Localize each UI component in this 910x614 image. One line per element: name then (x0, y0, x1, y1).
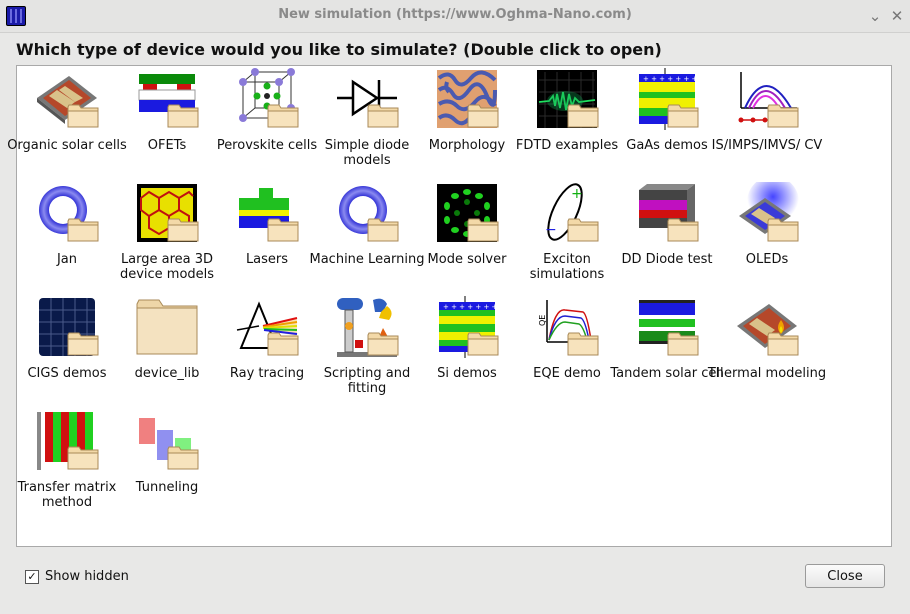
device-tile[interactable]: CIGS demos (17, 294, 117, 406)
folder-overlay-icon (567, 216, 599, 242)
svg-text:QE: QE (538, 315, 547, 326)
device-tile[interactable]: Large area 3D device models (117, 180, 217, 292)
show-hidden-toggle[interactable]: ✓ Show hidden (25, 569, 129, 584)
folder-overlay-icon (267, 216, 299, 242)
device-tile[interactable]: Thermal modeling (708, 294, 826, 406)
device-tile[interactable]: device_lib (117, 294, 217, 406)
device-tile[interactable]: + − Exciton simulations (517, 180, 617, 292)
show-hidden-checkbox[interactable]: ✓ (25, 569, 39, 584)
device-tile[interactable]: Tandem solar cell (610, 294, 724, 406)
folder-overlay-icon (367, 102, 399, 128)
svg-text:+ + + + + + +: + + + + + + + (643, 75, 698, 83)
device-tile[interactable]: Scripting and fitting (317, 294, 417, 406)
device-tile[interactable]: Perovskite cells (217, 66, 317, 178)
minimize-button[interactable]: ⌄ (866, 7, 884, 25)
device-tile[interactable]: Lasers (217, 180, 317, 292)
folder-overlay-icon (767, 102, 799, 128)
window-close-button[interactable]: ✕ (888, 7, 906, 25)
device-tile[interactable]: Mode solver (417, 180, 517, 292)
folder-overlay-icon (67, 216, 99, 242)
folder-overlay-icon (767, 216, 799, 242)
device-tile-label: IS/IMPS/IMVS/ CV (711, 138, 823, 153)
device-tile[interactable]: Organic solar cells (7, 66, 127, 178)
device-tile[interactable]: + + + + + + + GaAs demos (617, 66, 717, 178)
device-tile[interactable]: Tunneling (117, 408, 217, 520)
folder-overlay-icon (567, 102, 599, 128)
device-grid[interactable]: Organic solar cells OFETs Perovskite cells… (7, 65, 892, 547)
device-tile[interactable]: Ray tracing (217, 294, 317, 406)
folder-overlay-icon (67, 444, 99, 470)
device-tile[interactable]: Jan (17, 180, 117, 292)
folder-overlay-icon (67, 330, 99, 356)
device-tile[interactable]: Transfer matrix method (17, 408, 117, 520)
folder-overlay-icon (267, 102, 299, 128)
device-tile[interactable]: FDTD examples (516, 66, 618, 178)
svg-text:+: + (571, 186, 583, 202)
folder-overlay-icon (667, 330, 699, 356)
folder-overlay-icon (667, 102, 699, 128)
folder-overlay-icon (667, 216, 699, 242)
device-tile-label: Tunneling (135, 480, 199, 495)
folder-overlay-icon (567, 330, 599, 356)
folder-overlay-icon (467, 216, 499, 242)
title-bar: New simulation (https://www.Oghma-Nano.c… (0, 0, 910, 33)
folder-overlay-icon (167, 444, 199, 470)
svg-text:+ + + + + + +: + + + + + + + (443, 303, 498, 311)
folder-overlay-icon (267, 330, 299, 356)
window-title: New simulation (https://www.Oghma-Nano.c… (278, 7, 632, 22)
svg-text:−: − (545, 222, 557, 238)
folder-overlay-icon (167, 216, 199, 242)
device-tile[interactable]: Simple diode models (317, 66, 417, 178)
device-tile[interactable]: Morphology (417, 66, 517, 178)
show-hidden-label: Show hidden (45, 569, 129, 584)
close-button[interactable]: Close (805, 564, 885, 588)
folder-overlay-icon (367, 216, 399, 242)
device-tile[interactable]: OLEDs (717, 180, 817, 292)
device-tile-label: Thermal modeling (707, 366, 827, 381)
folder-overlay-icon (167, 102, 199, 128)
device-tile[interactable]: DD Diode test (617, 180, 717, 292)
folder-overlay-icon (67, 102, 99, 128)
device-tile[interactable]: OFETs (117, 66, 217, 178)
device-tile[interactable]: QEλEQE demo (517, 294, 617, 406)
device-tile[interactable]: + + + + + + + Si demos (417, 294, 517, 406)
device-tile-label: OLEDs (745, 252, 789, 267)
folder-overlay-icon (467, 330, 499, 356)
folder-overlay-icon (367, 330, 399, 356)
folder-icon (135, 296, 199, 358)
folder-overlay-icon (767, 330, 799, 356)
instruction-heading: Which type of device would you like to s… (16, 40, 662, 59)
device-tile[interactable]: Machine Learning (310, 180, 425, 292)
device-tile[interactable]: IS/IMPS/IMVS/ CV (712, 66, 822, 178)
folder-overlay-icon (467, 102, 499, 128)
